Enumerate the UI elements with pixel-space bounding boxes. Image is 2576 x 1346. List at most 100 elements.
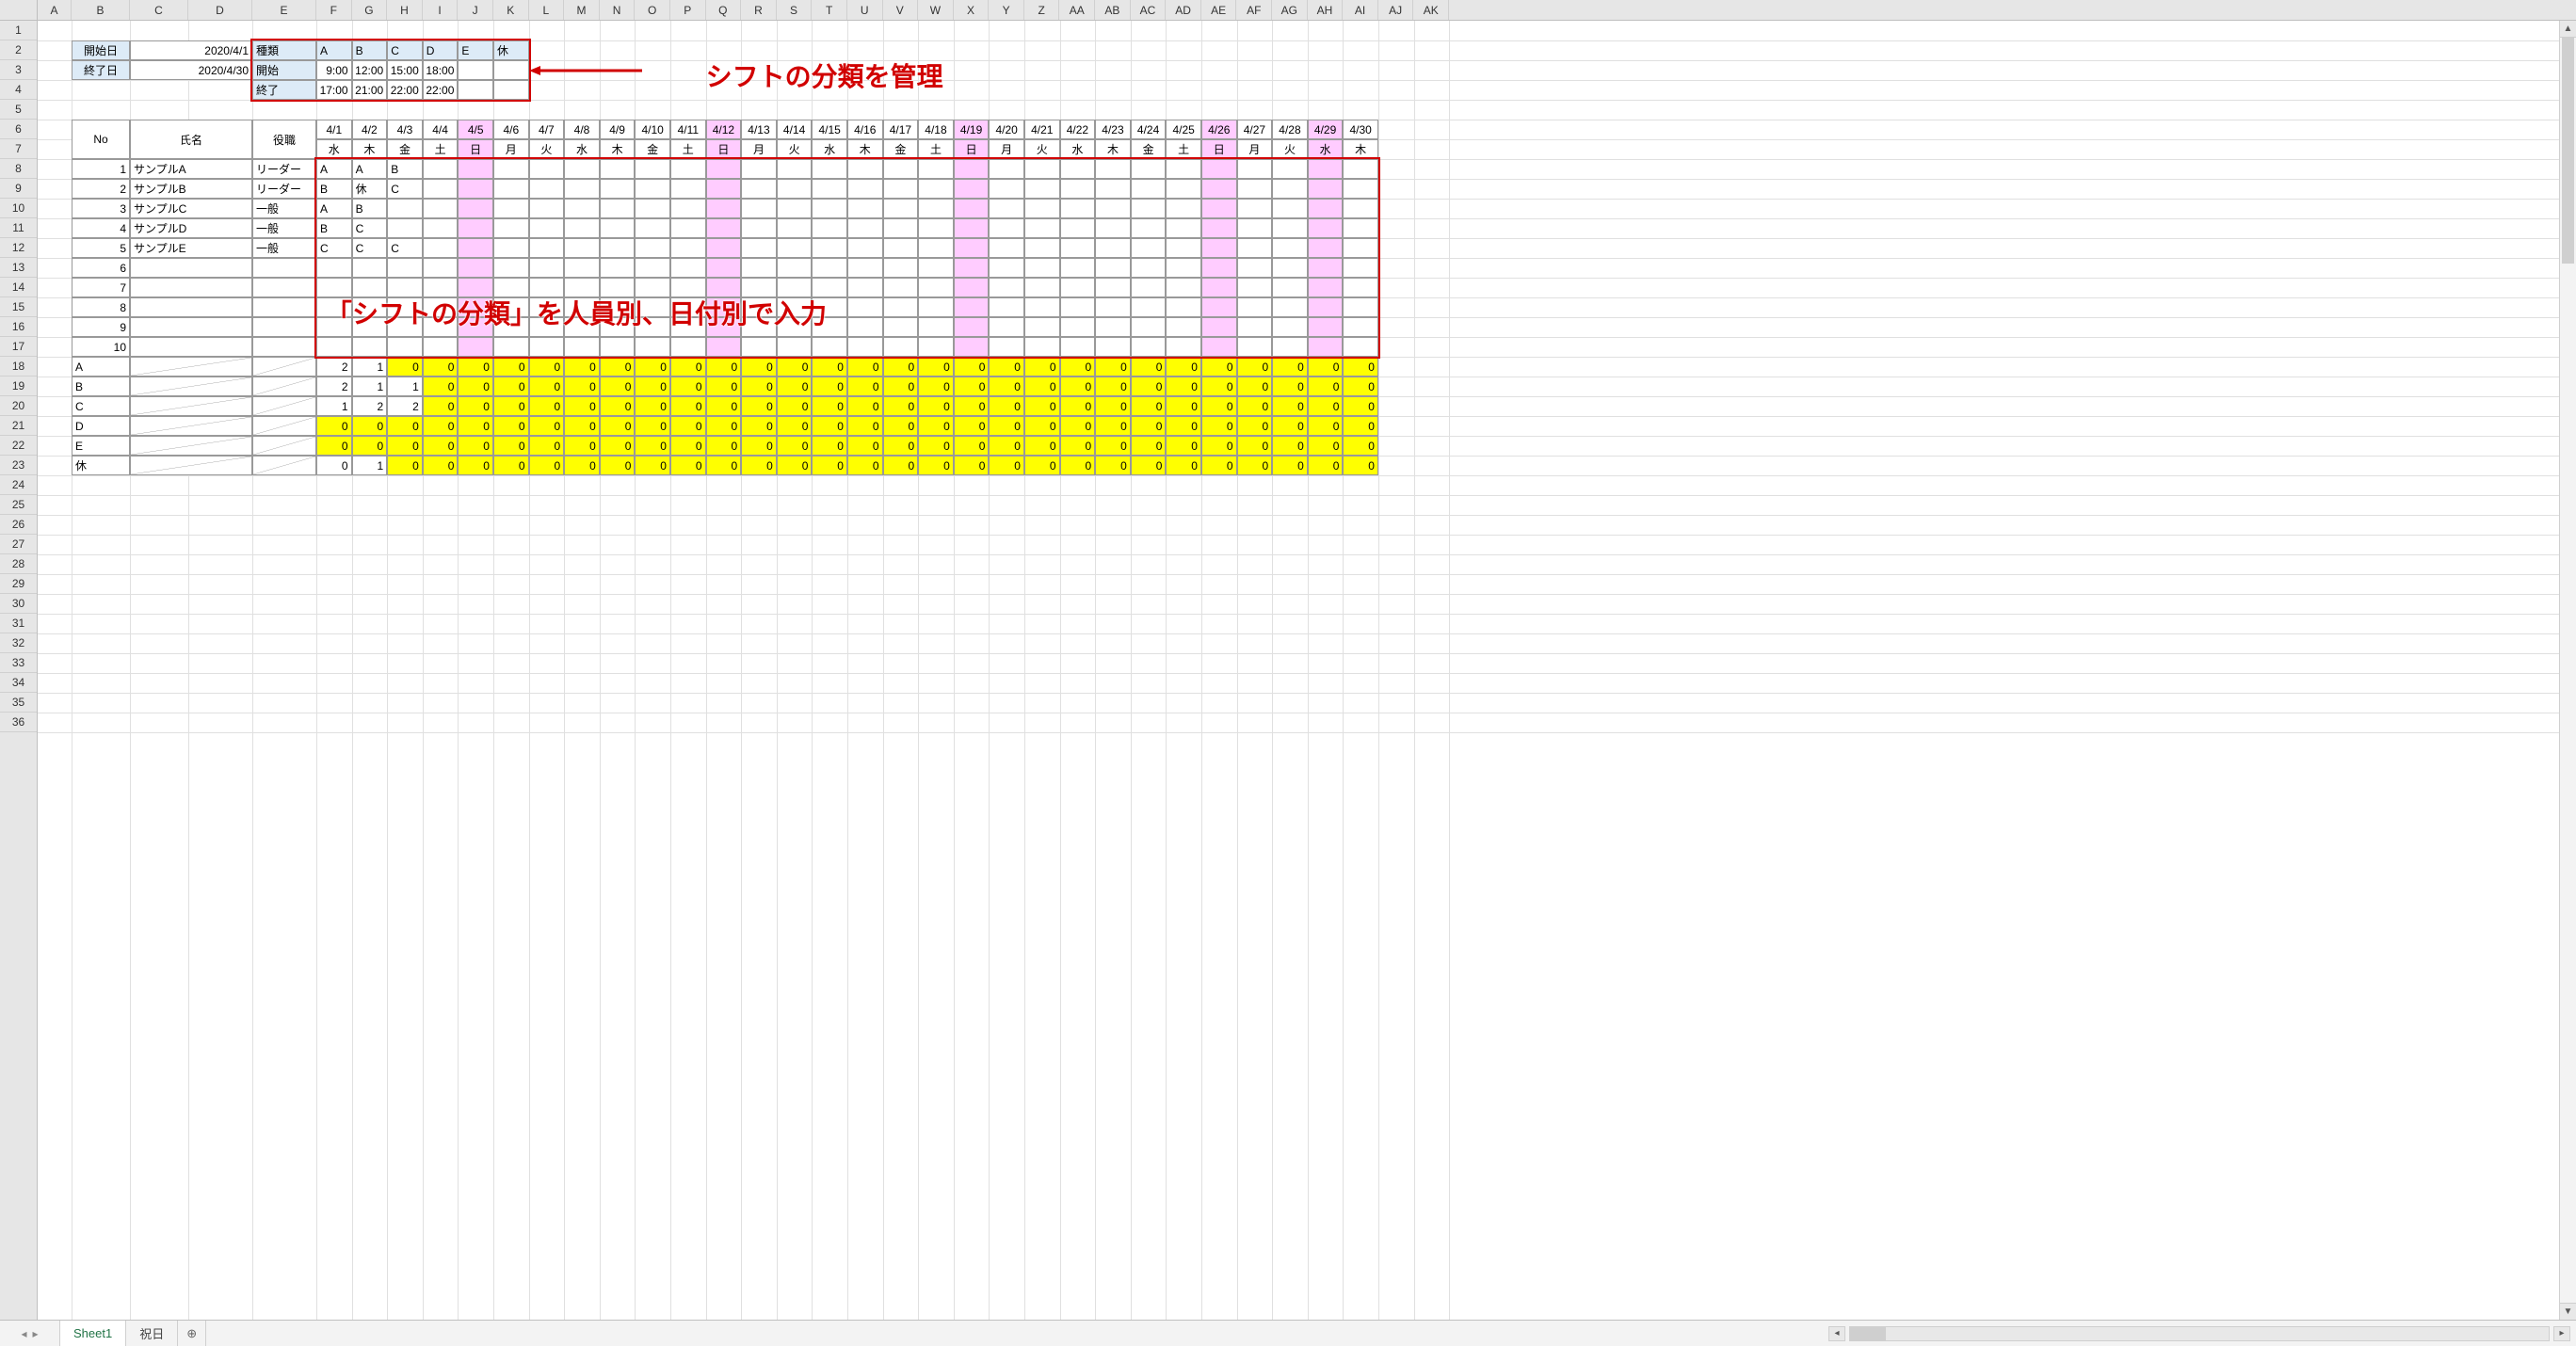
col-header-O[interactable]: O — [635, 0, 670, 20]
shift-cell[interactable] — [1308, 317, 1344, 337]
shift-cell[interactable] — [1201, 258, 1237, 278]
row-header-30[interactable]: 30 — [0, 594, 37, 614]
dow-4/25[interactable]: 土 — [1166, 139, 1201, 159]
date-4/29[interactable]: 4/29 — [1308, 120, 1344, 139]
col-header-W[interactable]: W — [918, 0, 954, 20]
shift-cell[interactable] — [1131, 199, 1167, 218]
summary-cell[interactable]: 0 — [812, 377, 847, 396]
date-4/23[interactable]: 4/23 — [1095, 120, 1131, 139]
summary-cell[interactable]: 0 — [847, 377, 883, 396]
summary-cell[interactable]: 0 — [1343, 456, 1378, 475]
date-4/2[interactable]: 4/2 — [352, 120, 388, 139]
row-header-13[interactable]: 13 — [0, 258, 37, 278]
shift-cell[interactable] — [1166, 297, 1201, 317]
shift-cell[interactable] — [812, 218, 847, 238]
shift-cell[interactable] — [918, 159, 954, 179]
summary-cell[interactable]: 0 — [352, 436, 388, 456]
shift-cell[interactable] — [600, 337, 636, 357]
col-header-L[interactable]: L — [529, 0, 565, 20]
shift-cell[interactable] — [600, 238, 636, 258]
shift-cell[interactable] — [1272, 199, 1308, 218]
shift-cell[interactable] — [1272, 238, 1308, 258]
dow-4/12[interactable]: 日 — [706, 139, 742, 159]
summary-label-E[interactable]: E — [72, 436, 130, 456]
row-header-25[interactable]: 25 — [0, 495, 37, 515]
row-header-9[interactable]: 9 — [0, 179, 37, 199]
row-header-20[interactable]: 20 — [0, 396, 37, 416]
shift-cell[interactable] — [954, 297, 990, 317]
date-4/4[interactable]: 4/4 — [423, 120, 459, 139]
shift-cell[interactable] — [1343, 179, 1378, 199]
summary-cell[interactable]: 0 — [706, 396, 742, 416]
row-header-8[interactable]: 8 — [0, 159, 37, 179]
shift-cell[interactable] — [493, 218, 529, 238]
dow-4/14[interactable]: 火 — [777, 139, 813, 159]
summary-cell[interactable]: 0 — [387, 357, 423, 377]
tab-holiday[interactable]: 祝日 — [126, 1321, 178, 1346]
col-header-AC[interactable]: AC — [1131, 0, 1167, 20]
shift-cell[interactable] — [883, 337, 919, 357]
row-header-10[interactable]: 10 — [0, 199, 37, 218]
summary-cell[interactable]: 1 — [352, 456, 388, 475]
row-header-35[interactable]: 35 — [0, 693, 37, 713]
shift-cell[interactable] — [1095, 317, 1131, 337]
summary-cell[interactable]: 0 — [529, 396, 565, 416]
shift-cell[interactable] — [1131, 238, 1167, 258]
roster-name-1[interactable]: サンプルA — [130, 159, 252, 179]
shift-cell[interactable] — [1201, 297, 1237, 317]
summary-cell[interactable]: 0 — [1060, 357, 1096, 377]
col-header-AG[interactable]: AG — [1272, 0, 1308, 20]
summary-cell[interactable]: 0 — [423, 396, 459, 416]
roster-hdr-role[interactable]: 役職 — [252, 120, 316, 159]
shift-cell[interactable] — [1308, 179, 1344, 199]
shift-cell[interactable] — [954, 258, 990, 278]
shift-cell[interactable] — [1131, 218, 1167, 238]
tab-next-icon[interactable]: ▸ — [33, 1327, 39, 1340]
shift-cell[interactable]: B — [316, 218, 352, 238]
shift-cell[interactable] — [1237, 179, 1273, 199]
summary-cell[interactable]: 0 — [1060, 396, 1096, 416]
summary-cell[interactable]: 0 — [600, 456, 636, 475]
tab-prev-icon[interactable]: ◂ — [21, 1327, 26, 1340]
period-start-value[interactable]: 2020/4/1 — [130, 40, 252, 60]
col-header-AB[interactable]: AB — [1095, 0, 1131, 20]
shift-cell[interactable] — [423, 238, 459, 258]
shift-cell[interactable] — [777, 218, 813, 238]
summary-cell[interactable]: 0 — [564, 396, 600, 416]
summary-cell[interactable]: 0 — [812, 396, 847, 416]
shift-cell[interactable] — [918, 317, 954, 337]
summary-cell[interactable]: 0 — [493, 357, 529, 377]
shift-cell[interactable] — [1272, 317, 1308, 337]
shift-cell[interactable] — [1343, 317, 1378, 337]
shift-cell[interactable] — [1308, 297, 1344, 317]
shift-cell[interactable] — [1095, 238, 1131, 258]
shift-cell[interactable] — [564, 159, 600, 179]
shift-start-0[interactable]: 9:00 — [316, 60, 352, 80]
row-header-36[interactable]: 36 — [0, 713, 37, 732]
dow-4/24[interactable]: 金 — [1131, 139, 1167, 159]
shift-cell[interactable] — [1060, 258, 1096, 278]
shift-cell[interactable]: B — [352, 199, 388, 218]
date-4/27[interactable]: 4/27 — [1237, 120, 1273, 139]
shift-cell[interactable] — [847, 238, 883, 258]
date-4/19[interactable]: 4/19 — [954, 120, 990, 139]
shift-cell[interactable] — [1024, 337, 1060, 357]
shift-cell[interactable] — [918, 258, 954, 278]
shift-cell[interactable] — [1024, 159, 1060, 179]
summary-cell[interactable]: 2 — [352, 396, 388, 416]
shift-cell[interactable] — [1308, 218, 1344, 238]
summary-cell[interactable]: 0 — [741, 416, 777, 436]
date-4/26[interactable]: 4/26 — [1201, 120, 1237, 139]
shift-cell[interactable] — [883, 317, 919, 337]
row-header-33[interactable]: 33 — [0, 653, 37, 673]
shift-cell[interactable] — [741, 218, 777, 238]
date-4/20[interactable]: 4/20 — [989, 120, 1024, 139]
summary-cell[interactable]: 0 — [1272, 357, 1308, 377]
shift-cell[interactable] — [918, 179, 954, 199]
row-header-21[interactable]: 21 — [0, 416, 37, 436]
shift-cell[interactable] — [1024, 317, 1060, 337]
roster-no-2[interactable]: 2 — [72, 179, 130, 199]
shift-cell[interactable] — [635, 238, 670, 258]
date-4/28[interactable]: 4/28 — [1272, 120, 1308, 139]
summary-cell[interactable]: 0 — [1201, 436, 1237, 456]
